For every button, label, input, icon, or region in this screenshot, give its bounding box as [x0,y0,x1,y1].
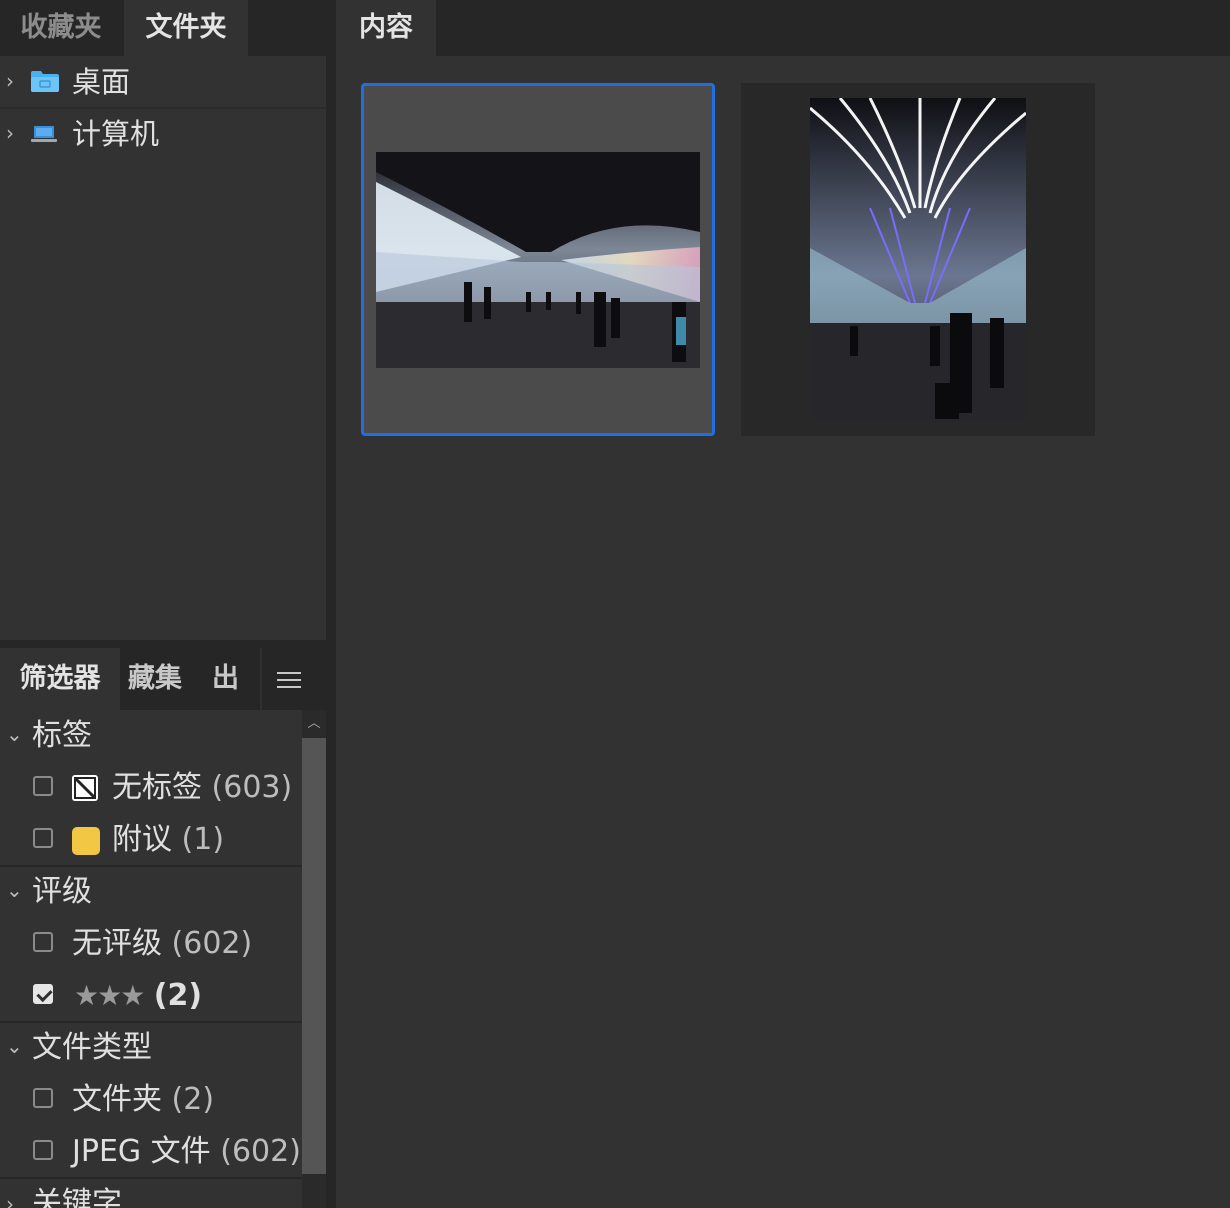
left-tabbar: 收藏夹 文件夹 [0,0,326,56]
filter-name: JPEG 文件 [72,1134,211,1169]
filter-item-no-label[interactable]: 无标签 (603) [0,762,302,814]
section-title: 关键字 [32,1186,122,1208]
tree-item-label: 计算机 [72,117,160,151]
content-panel: 内容 [336,0,1230,1208]
filter-section-file-type[interactable]: ⌄ 文件类型 [0,1022,302,1074]
filter-name: 附议 [112,822,172,857]
filter-name: 文件夹 [72,1082,162,1117]
checkbox[interactable] [33,828,53,848]
thumbnail-card-selected[interactable] [361,83,715,436]
filter-item-label: 文件夹 (2) [72,1080,214,1120]
filter-list: ⌄ 标签 无标签 (603) 附议 (1) ⌄ 评级 无评级 (602) ★★★… [0,710,302,1208]
filter-count: (603) [211,770,293,805]
chevron-down-icon[interactable]: ⌄ [6,722,23,746]
vertical-splitter[interactable] [326,0,336,1208]
scrollbar-thumb[interactable] [302,738,326,1174]
filter-section-labels[interactable]: ⌄ 标签 [0,710,302,762]
tab-folders[interactable]: 文件夹 [124,0,248,56]
thumbnail-image[interactable] [810,98,1026,422]
divider [260,648,262,710]
chevron-right-icon[interactable]: › [6,122,22,144]
filter-item-label: 无标签 (603) [112,768,292,808]
filter-item-second[interactable]: 附议 (1) [0,814,302,866]
filter-item-label: JPEG 文件 (602) [72,1132,301,1172]
section-title: 评级 [32,874,92,909]
filter-item-label: 无评级 (602) [72,924,252,964]
filter-item-no-rating[interactable]: 无评级 (602) [0,918,302,970]
filter-section-rating[interactable]: ⌄ 评级 [0,866,302,918]
panel-splitter[interactable] [0,640,326,648]
star-rating-icon: ★★★ [74,979,145,1012]
yellow-label-swatch [72,827,100,855]
checkbox[interactable] [33,776,53,796]
filter-name: 无标签 [112,770,202,805]
filter-count: (2) [171,1082,215,1117]
filter-count: (1) [181,822,225,857]
hamburger-menu-icon[interactable] [277,670,303,690]
no-label-swatch-icon [72,775,98,801]
checkbox-checked[interactable] [33,984,53,1004]
filter-item-folder[interactable]: 文件夹 (2) [0,1074,302,1126]
tree-item-desktop[interactable]: › 桌面 [0,56,326,108]
filter-item-label: 附议 (1) [112,820,224,860]
chevron-down-icon[interactable]: ⌄ [6,878,23,902]
filter-item-three-stars[interactable]: ★★★ (2) [0,970,302,1022]
tab-export[interactable]: 出 [206,648,260,710]
tree-item-label: 桌面 [72,65,131,99]
chevron-right-icon[interactable]: › [6,1192,14,1208]
tab-favorites[interactable]: 收藏夹 [0,0,122,56]
filter-name: 无评级 [72,926,162,961]
tree-item-computer[interactable]: › 计算机 [0,108,326,160]
checkbox[interactable] [33,1140,53,1160]
filter-item-jpeg[interactable]: JPEG 文件 (602) [0,1126,302,1178]
filter-count: (602) [220,1134,301,1169]
section-title: 文件类型 [32,1030,152,1065]
filter-count: (602) [171,926,253,961]
section-title: 标签 [32,718,92,753]
filter-scrollbar[interactable]: ︿ [302,710,326,1208]
tab-collections[interactable]: 藏集 [122,648,206,710]
computer-icon [30,124,58,148]
chevron-right-icon[interactable]: › [6,70,22,92]
filter-count: (2) [153,978,203,1013]
tab-content[interactable]: 内容 [336,0,436,56]
checkbox[interactable] [33,1088,53,1108]
thumbnail-image[interactable] [376,152,700,368]
tab-filter[interactable]: 筛选器 [0,648,120,710]
filter-section-keywords[interactable]: › 关键字 [0,1178,302,1208]
folder-icon [30,69,60,97]
thumbnail-card[interactable] [741,83,1095,436]
left-panel: 收藏夹 文件夹 › 桌面 › 计算机 筛选器 藏集 出 ⌄ 标签 无标签 (60… [0,0,326,1208]
chevron-down-icon[interactable]: ⌄ [6,1034,23,1058]
checkbox[interactable] [33,932,53,952]
scroll-up-arrow-icon[interactable]: ︿ [307,712,321,732]
content-tabbar: 内容 [336,0,1230,56]
filter-item-label: ★★★ (2) [74,976,202,1016]
